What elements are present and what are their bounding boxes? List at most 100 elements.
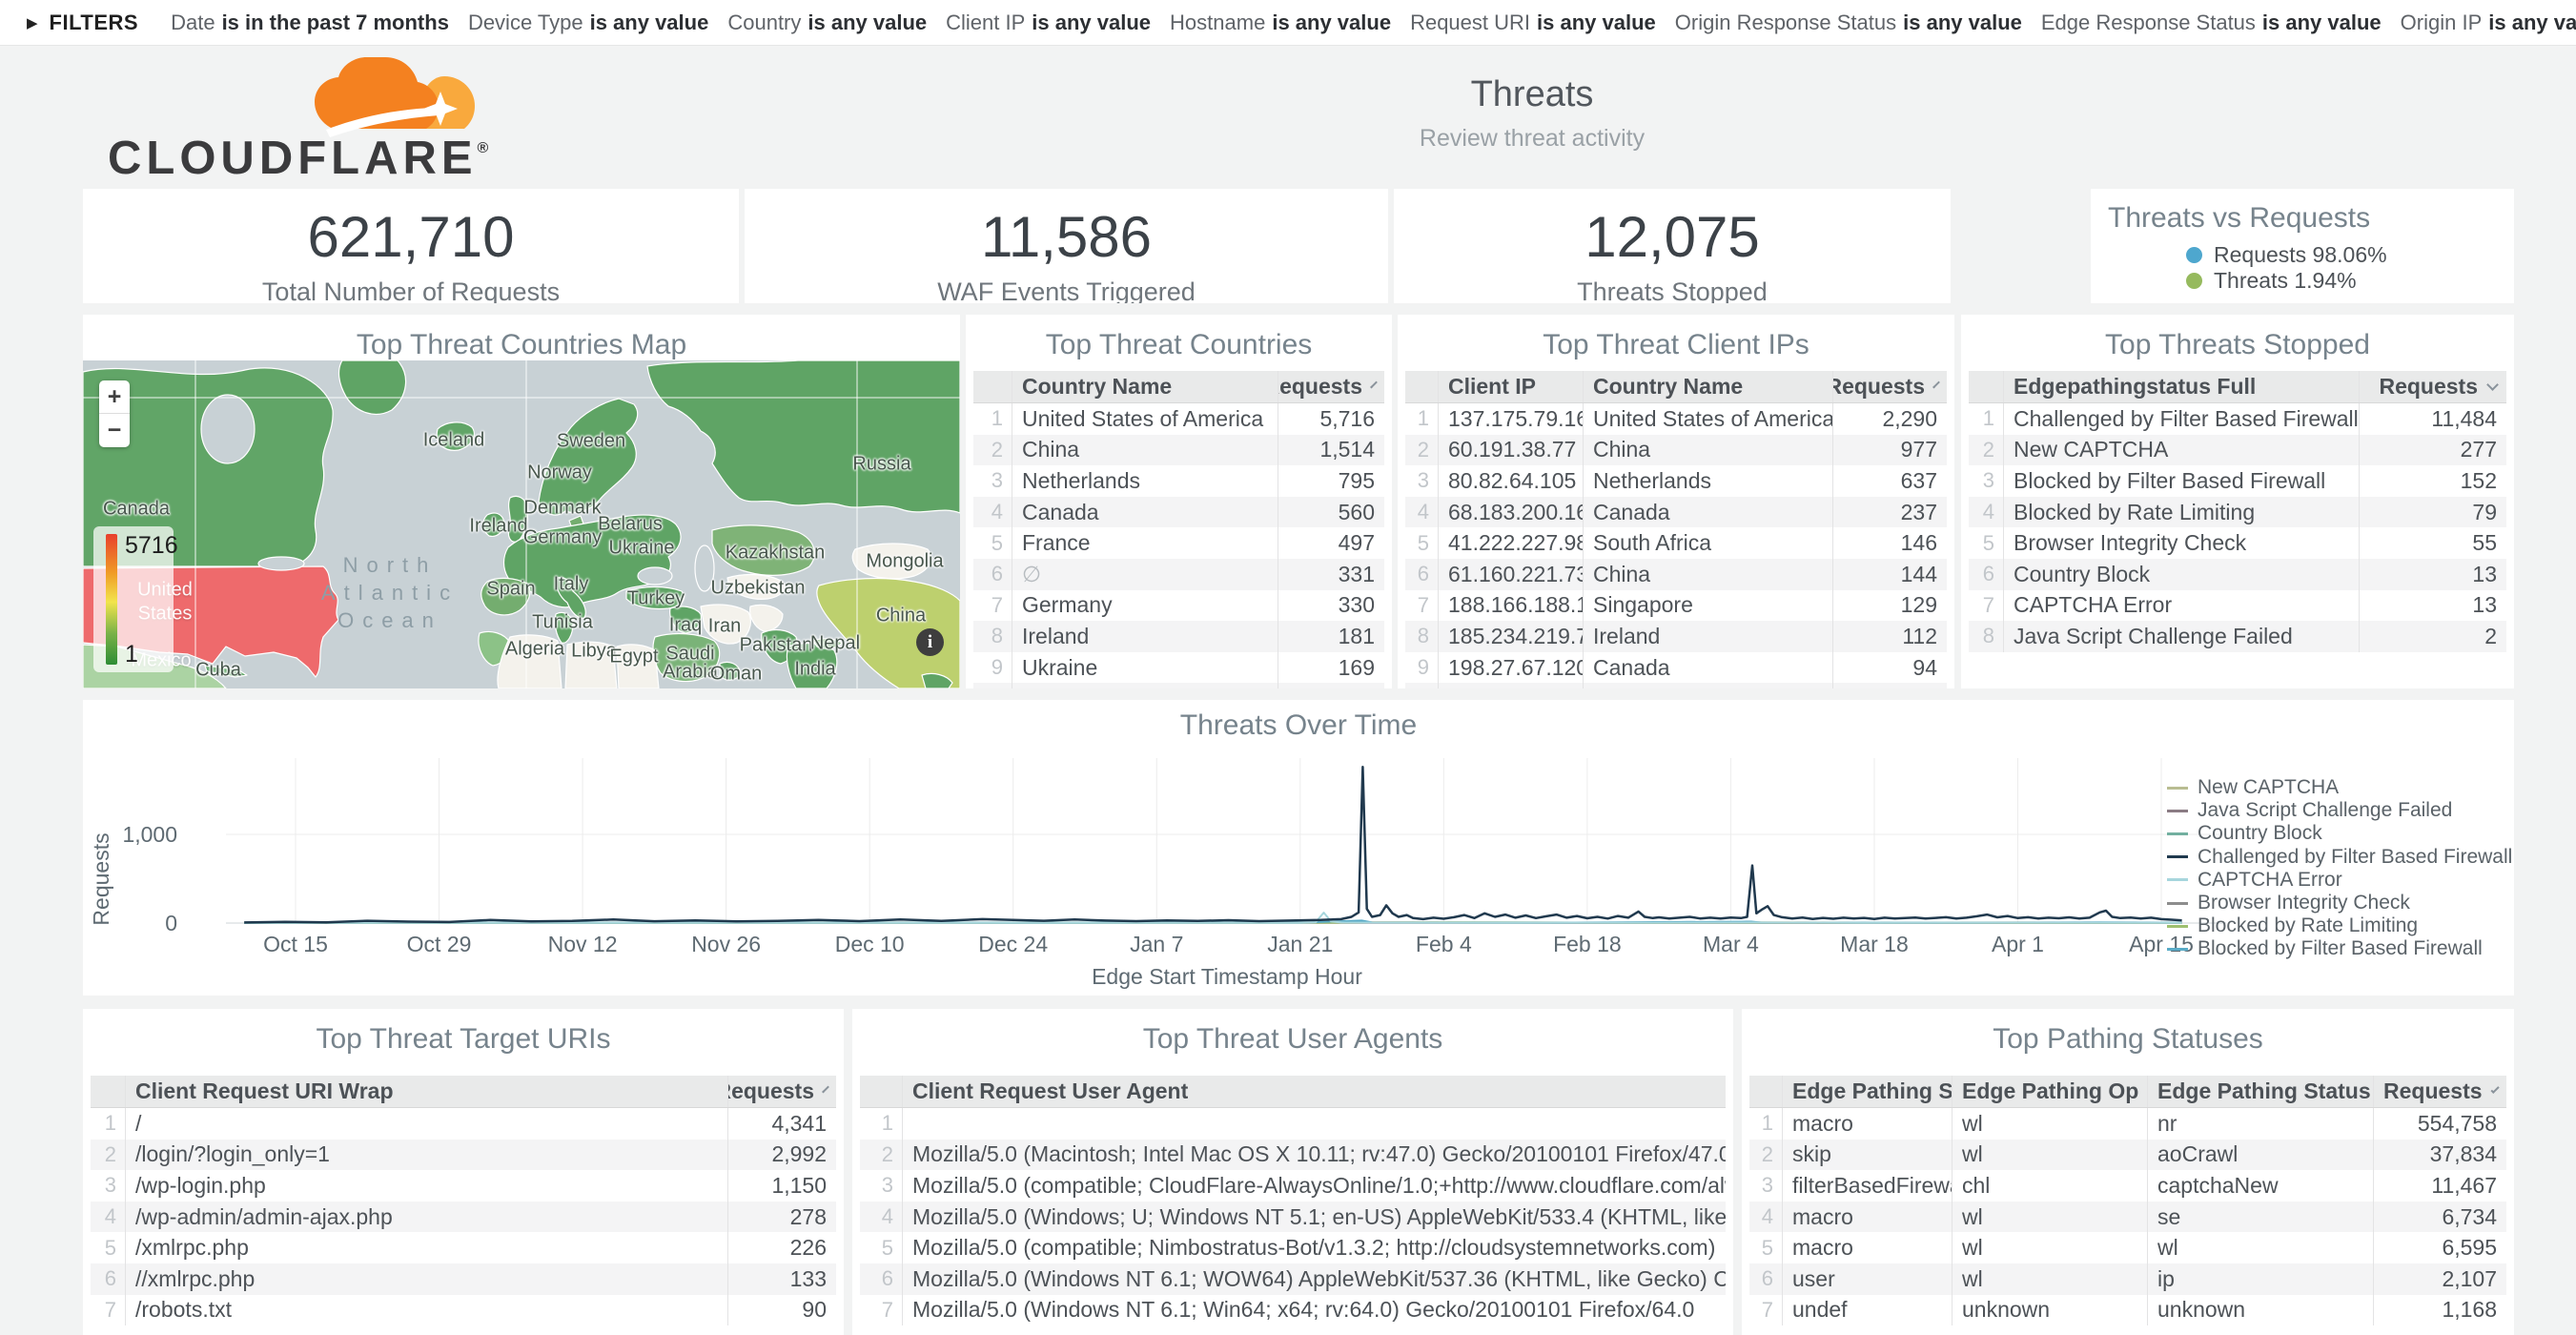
row-number: 5 bbox=[973, 527, 1012, 559]
row-number: 2 bbox=[973, 435, 1012, 466]
chart-legend-item[interactable]: Java Script Challenge Failed bbox=[2167, 799, 2512, 822]
table-row: 9198.27.67.120Canada94 bbox=[1405, 652, 1947, 684]
zoom-in-button[interactable]: + bbox=[99, 380, 130, 414]
table-cell: wl bbox=[1952, 1232, 2147, 1263]
row-number: 3 bbox=[1969, 465, 2003, 497]
column-header[interactable]: Edgepathingstatus Full bbox=[2003, 371, 2359, 402]
table-cell: captchaNew bbox=[2147, 1170, 2373, 1202]
table-row: 2/login/?login_only=12,992 bbox=[91, 1140, 836, 1171]
table-cell: Blocked by Filter Based Firewall bbox=[2003, 465, 2359, 497]
row-number: 6 bbox=[1749, 1263, 1782, 1295]
column-header[interactable]: Edge Pathing Op bbox=[1952, 1076, 2147, 1107]
zoom-out-button[interactable]: − bbox=[99, 414, 130, 447]
table-row: 1United States of America5,716 bbox=[973, 403, 1384, 435]
table-cell: China bbox=[1583, 559, 1832, 590]
cloudflare-cloud-icon bbox=[301, 50, 490, 141]
requests-sort-header[interactable]: Requests bbox=[727, 1076, 836, 1107]
filters-expander-icon[interactable]: ▶ bbox=[27, 14, 38, 31]
card-title: Top Threat Countries bbox=[966, 315, 1392, 361]
map-label: Mongolia bbox=[866, 551, 943, 573]
map-info-button[interactable]: i bbox=[916, 628, 944, 656]
column-header[interactable]: Edge Pathing Status bbox=[2147, 1076, 2373, 1107]
svg-text:Mar 4: Mar 4 bbox=[1703, 932, 1759, 956]
table-cell: United States of America bbox=[1012, 403, 1278, 435]
chart-legend-item[interactable]: Blocked by Rate Limiting bbox=[2167, 914, 2512, 937]
chart-legend-item[interactable]: Blocked by Filter Based Firewall bbox=[2167, 937, 2512, 960]
filter-item[interactable]: Request URIis any value bbox=[1410, 10, 1656, 35]
row-number: 6 bbox=[1405, 559, 1438, 590]
filter-item[interactable]: Edge Response Statusis any value bbox=[2041, 10, 2382, 35]
chart-legend-item[interactable]: Challenged by Filter Based Firewall bbox=[2167, 846, 2512, 869]
chart-legend-item[interactable]: CAPTCHA Error bbox=[2167, 869, 2512, 892]
table-cell: 146 bbox=[1832, 527, 1947, 559]
row-number: 5 bbox=[1969, 527, 2003, 559]
row-number: 8 bbox=[973, 621, 1012, 652]
table-cell: /robots.txt bbox=[125, 1295, 727, 1326]
requests-sort-header[interactable]: Requests bbox=[1278, 371, 1384, 402]
svg-text:Oct 15: Oct 15 bbox=[263, 932, 328, 956]
filter-item[interactable]: Origin IPis any value bbox=[2401, 10, 2576, 35]
column-header[interactable]: Country Name bbox=[1583, 371, 1832, 402]
map-label: Iran bbox=[708, 616, 741, 638]
table-cell: /login/?login_only=1 bbox=[125, 1140, 727, 1171]
table-cell: Canada bbox=[1583, 497, 1832, 528]
row-number: 9 bbox=[973, 652, 1012, 684]
filters-button[interactable]: FILTERS bbox=[50, 10, 139, 35]
table-cell: 237 bbox=[1832, 497, 1947, 528]
table-cell: 226 bbox=[727, 1232, 836, 1263]
filter-item[interactable]: Client IPis any value bbox=[946, 10, 1151, 35]
row-number: 3 bbox=[973, 465, 1012, 497]
table-header-row: Client IPCountry NameRequests bbox=[1405, 371, 1947, 403]
chart-legend-item[interactable]: New CAPTCHA bbox=[2167, 776, 2512, 799]
map-label: Belarus bbox=[598, 514, 663, 536]
filter-item[interactable]: Origin Response Statusis any value bbox=[1675, 10, 2022, 35]
table-cell: China bbox=[1012, 435, 1278, 466]
table-cell: undef bbox=[1782, 1295, 1952, 1326]
legend-line-icon bbox=[2167, 878, 2188, 881]
table-row: 2Mozilla/5.0 (Macintosh; Intel Mac OS X … bbox=[860, 1140, 1726, 1171]
table-cell: Singapore bbox=[1583, 590, 1832, 622]
table-cell: 185.234.219.70 bbox=[1438, 621, 1583, 652]
world-map[interactable]: CanadaUnitedStatesMexicoCubaIcelandIrela… bbox=[83, 360, 960, 688]
table-row: 10Singapore158 bbox=[973, 683, 1384, 688]
card-title: Top Threat Target URIs bbox=[83, 1009, 844, 1056]
filter-item[interactable]: Device Typeis any value bbox=[468, 10, 708, 35]
row-number: 4 bbox=[1969, 497, 2003, 528]
legend-line-icon bbox=[2167, 902, 2188, 905]
requests-sort-header[interactable]: Requests bbox=[2373, 1076, 2506, 1107]
filter-item[interactable]: Dateis in the past 7 months bbox=[171, 10, 449, 35]
table-cell: New CAPTCHA bbox=[2003, 435, 2359, 466]
table-cell: Mozilla/5.0 (Windows NT 6.1; Win64; x64;… bbox=[902, 1295, 1726, 1326]
row-number: 5 bbox=[91, 1232, 125, 1263]
requests-sort-header[interactable]: Requests bbox=[2359, 371, 2506, 402]
column-header[interactable]: Client Request User Agent bbox=[902, 1076, 1726, 1107]
row-number: 7 bbox=[91, 1295, 125, 1326]
requests-sort-header[interactable]: Requests bbox=[1832, 371, 1947, 402]
row-number: 8 bbox=[1405, 621, 1438, 652]
column-header[interactable]: Edge Pathing Src bbox=[1782, 1076, 1952, 1107]
table-cell: 133 bbox=[727, 1263, 836, 1295]
table-cell: Ukraine bbox=[1012, 652, 1278, 684]
column-header[interactable]: Client Request URI Wrap bbox=[125, 1076, 727, 1107]
table-cell: Canada bbox=[1583, 652, 1832, 684]
row-number-header bbox=[860, 1076, 902, 1107]
map-label: Oman bbox=[710, 664, 762, 686]
table-cell: /wp-login.php bbox=[125, 1170, 727, 1202]
card-title: Threats vs Requests bbox=[2091, 189, 2514, 235]
chevron-down-icon bbox=[822, 1086, 829, 1094]
table-cell: 198.27.67.120 bbox=[1438, 652, 1583, 684]
column-header[interactable]: Client IP bbox=[1438, 371, 1583, 402]
table-cell: Mozilla/5.0 (Macintosh; Intel Mac OS X 1… bbox=[902, 1140, 1726, 1171]
row-number: 7 bbox=[860, 1295, 902, 1326]
column-header[interactable]: Country Name bbox=[1012, 371, 1278, 402]
legend-line-icon bbox=[2167, 787, 2188, 790]
map-label: Cuba bbox=[195, 660, 241, 682]
table-row: 5macrowlwl6,595 bbox=[1749, 1232, 2506, 1263]
chart-legend-item[interactable]: Browser Integrity Check bbox=[2167, 892, 2512, 914]
table-cell: macro bbox=[1782, 1108, 1952, 1140]
row-number: 6 bbox=[1969, 559, 2003, 590]
filter-item[interactable]: Hostnameis any value bbox=[1170, 10, 1391, 35]
svg-text:0: 0 bbox=[165, 911, 177, 935]
chart-legend-item[interactable]: Country Block bbox=[2167, 822, 2512, 845]
filter-item[interactable]: Countryis any value bbox=[727, 10, 927, 35]
